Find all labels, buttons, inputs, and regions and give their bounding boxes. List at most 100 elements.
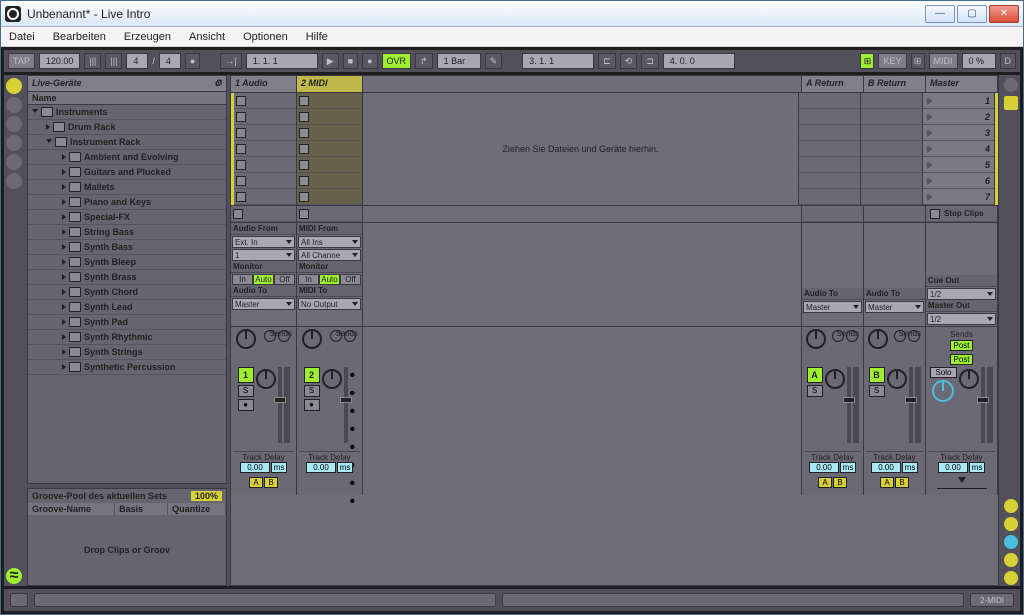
- cue-out-select[interactable]: 1/2: [927, 288, 996, 300]
- browser-item[interactable]: Mallets: [28, 180, 226, 195]
- stop-icon[interactable]: ■: [343, 53, 358, 69]
- browser-item[interactable]: Instrument Rack: [28, 135, 226, 150]
- clip-slot[interactable]: [297, 125, 362, 141]
- draw-mode-icon[interactable]: ✎: [485, 53, 503, 69]
- track-header-master[interactable]: Master: [926, 76, 998, 92]
- master-post-b[interactable]: Post: [950, 354, 972, 365]
- browser-item[interactable]: Instruments: [28, 105, 226, 120]
- file-browser-1-icon[interactable]: [6, 116, 22, 132]
- record-icon[interactable]: ●: [362, 53, 377, 69]
- stop-clips-row[interactable]: Stop Clips: [926, 206, 997, 222]
- t2-monitor-in[interactable]: In: [298, 274, 319, 285]
- browser-item[interactable]: String Bass: [28, 225, 226, 240]
- clip-slot[interactable]: [234, 189, 296, 205]
- key-button[interactable]: KEY: [878, 53, 906, 69]
- groove-drop-area[interactable]: Drop Clips or Groov: [28, 515, 226, 585]
- ra-solo[interactable]: S: [807, 385, 823, 397]
- ra-fader[interactable]: [847, 367, 851, 443]
- t2-input-type[interactable]: All Ins: [298, 236, 361, 248]
- groove-col-basis[interactable]: Basis: [115, 503, 168, 515]
- nudge-up-icon[interactable]: |||: [105, 53, 122, 69]
- arrangement-position[interactable]: 1. 1. 1: [246, 53, 318, 69]
- t2-input-channel[interactable]: All Channe: [298, 249, 361, 261]
- mixer-toggle-icon[interactable]: [1004, 535, 1018, 549]
- t2-activator[interactable]: 2: [304, 367, 320, 383]
- session-arrange-toggle-icon[interactable]: [1004, 78, 1018, 92]
- metronome-icon[interactable]: ●: [185, 53, 200, 69]
- midi-indicator-icon[interactable]: ⊞: [911, 53, 925, 69]
- browser-tree[interactable]: InstrumentsDrum RackInstrument RackAmbie…: [28, 105, 226, 483]
- scene-launch[interactable]: 2: [923, 109, 994, 125]
- maximize-button[interactable]: ▢: [957, 5, 987, 23]
- rb-volume-knob[interactable]: [887, 369, 907, 389]
- t1-input-channel[interactable]: 1: [232, 249, 295, 261]
- selected-clip-label[interactable]: 2-MIDI: [970, 593, 1014, 607]
- menu-help[interactable]: Hilfe: [306, 31, 328, 43]
- back-to-arr-icon[interactable]: ↱: [415, 53, 433, 69]
- track-header-return-b[interactable]: B Return: [864, 76, 926, 92]
- ra-output[interactable]: Master: [803, 301, 862, 313]
- overdub-button[interactable]: OVR: [382, 53, 412, 69]
- t2-pan-knob[interactable]: [302, 329, 322, 349]
- ra-volume-knob[interactable]: [825, 369, 845, 389]
- drop-area[interactable]: Ziehen Sie Dateien und Geräte hierhin.: [363, 93, 799, 205]
- t1-fader[interactable]: [278, 367, 282, 443]
- scene-launch[interactable]: 3: [923, 125, 994, 141]
- clip-slot[interactable]: [234, 157, 296, 173]
- t1-solo[interactable]: S: [238, 385, 254, 397]
- t1-delay-unit[interactable]: ms: [271, 462, 287, 473]
- plugins-browser-icon[interactable]: [6, 97, 22, 113]
- ra-xfade-b[interactable]: B: [833, 477, 847, 488]
- menu-create[interactable]: Erzeugen: [124, 31, 171, 43]
- browser-item[interactable]: Synth Pad: [28, 315, 226, 330]
- scene-launch[interactable]: 4: [923, 141, 994, 157]
- browser-item[interactable]: Synth Bass: [28, 240, 226, 255]
- menu-edit[interactable]: Bearbeiten: [53, 31, 106, 43]
- master-out-select[interactable]: 1/2: [927, 313, 996, 325]
- browser-item[interactable]: Ambient and Evolving: [28, 150, 226, 165]
- tempo-field[interactable]: 120.00: [39, 53, 81, 69]
- rb-fader[interactable]: [909, 367, 913, 443]
- browser-item[interactable]: Drum Rack: [28, 120, 226, 135]
- key-map-indicator[interactable]: ⊞: [860, 53, 874, 69]
- clip-slot[interactable]: [297, 141, 362, 157]
- scene-launch[interactable]: 6: [923, 173, 994, 189]
- t2-monitor-off[interactable]: Off: [340, 274, 361, 285]
- t2-fader[interactable]: [344, 367, 348, 443]
- t1-monitor-auto[interactable]: Auto: [253, 274, 274, 285]
- devices-browser-icon[interactable]: [6, 78, 22, 94]
- quantize-select[interactable]: 1 Bar: [437, 53, 481, 69]
- t2-solo[interactable]: S: [304, 385, 320, 397]
- rb-pan-knob[interactable]: [868, 329, 888, 349]
- master-fader[interactable]: [981, 367, 985, 443]
- close-button[interactable]: ✕: [989, 5, 1019, 23]
- tap-button[interactable]: TAP: [8, 53, 35, 69]
- ra-activator[interactable]: A: [807, 367, 823, 383]
- groove-col-name[interactable]: Groove-Name: [28, 503, 115, 515]
- t1-monitor-off[interactable]: Off: [274, 274, 295, 285]
- clip-slot[interactable]: [297, 173, 362, 189]
- punch-out-icon[interactable]: ⊐: [641, 53, 659, 69]
- file-browser-2-icon[interactable]: [6, 135, 22, 151]
- file-browser-3-icon[interactable]: [6, 154, 22, 170]
- t1-output[interactable]: Master: [232, 298, 295, 310]
- t1-pan-knob[interactable]: [236, 329, 256, 349]
- io-toggle-icon[interactable]: [1004, 96, 1018, 110]
- rb-delay-value[interactable]: 0.00: [871, 462, 901, 473]
- clip-slot[interactable]: [297, 109, 362, 125]
- master-delay-unit[interactable]: ms: [969, 462, 985, 473]
- browser-gear-icon[interactable]: ⚙: [214, 78, 222, 89]
- track-header-1[interactable]: 1 Audio: [231, 76, 297, 92]
- punch-in-icon[interactable]: ⊏: [598, 53, 616, 69]
- clip-slot[interactable]: [234, 141, 296, 157]
- browser-item[interactable]: Synth Chord: [28, 285, 226, 300]
- browser-item[interactable]: Synth Strings: [28, 345, 226, 360]
- disk-button[interactable]: D: [1000, 53, 1017, 69]
- delay-toggle-icon[interactable]: [1004, 553, 1018, 567]
- t1-volume-knob[interactable]: [256, 369, 276, 389]
- play-icon[interactable]: ▶: [322, 53, 339, 69]
- clip-slot[interactable]: [234, 173, 296, 189]
- t2-arm[interactable]: ●: [304, 399, 320, 411]
- browser-item[interactable]: Special-FX: [28, 210, 226, 225]
- track-2-stop[interactable]: [297, 206, 362, 222]
